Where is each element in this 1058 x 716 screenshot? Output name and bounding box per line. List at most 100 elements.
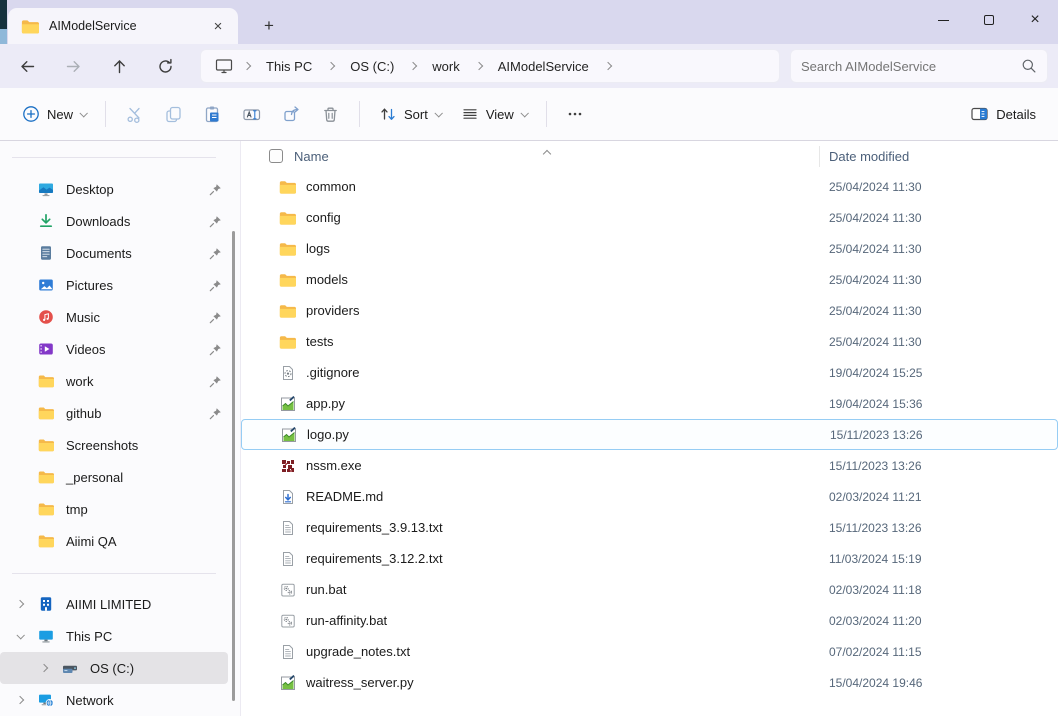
breadcrumb-chevron-icon[interactable]: [321, 53, 341, 79]
sidebar-item[interactable]: Music: [0, 301, 240, 333]
cut-button[interactable]: [115, 96, 154, 132]
folder-icon: [279, 242, 296, 256]
file-row[interactable]: .gitignore 19/04/2024 15:25: [241, 357, 1058, 388]
close-button[interactable]: ×: [1012, 0, 1058, 40]
tab-close-icon[interactable]: ×: [206, 14, 230, 38]
file-row[interactable]: upgrade_notes.txt 07/02/2024 11:15: [241, 636, 1058, 667]
file-row[interactable]: config 25/04/2024 11:30: [241, 202, 1058, 233]
column-header-name[interactable]: Name: [294, 149, 329, 164]
file-date-modified: 15/11/2023 13:26: [830, 428, 923, 442]
sort-button[interactable]: Sort: [369, 96, 451, 132]
details-button[interactable]: Details: [960, 96, 1046, 132]
folder-icon: [38, 438, 54, 452]
pin-icon: [209, 311, 222, 324]
tree-chevron-icon[interactable]: [14, 697, 26, 703]
breadcrumb-chevron-icon[interactable]: [403, 53, 423, 79]
background-window-edge-2: [0, 29, 7, 44]
file-date-modified: 25/04/2024 11:30: [829, 304, 922, 318]
file-row[interactable]: common 25/04/2024 11:30: [241, 171, 1058, 202]
file-name: providers: [306, 303, 359, 318]
breadcrumb-chevron-icon[interactable]: [598, 53, 618, 79]
sidebar-pinned-list: Desktop Downloads: [0, 173, 240, 557]
file-icon: [279, 612, 296, 629]
file-row[interactable]: app.py 19/04/2024 15:36: [241, 388, 1058, 419]
explorer-tab[interactable]: AIModelService ×: [8, 8, 238, 44]
tree-chevron-icon[interactable]: [14, 633, 26, 639]
up-button[interactable]: [102, 49, 136, 83]
breadcrumb-item[interactable]: This PC: [257, 53, 321, 79]
back-button[interactable]: [10, 49, 44, 83]
refresh-button[interactable]: [148, 49, 182, 83]
breadcrumb-item[interactable]: OS (C:): [341, 53, 403, 79]
file-row[interactable]: logs 25/04/2024 11:30: [241, 233, 1058, 264]
sidebar-tree-item[interactable]: OS (C:): [0, 652, 228, 684]
breadcrumb-item[interactable]: work: [423, 53, 468, 79]
share-button[interactable]: [272, 96, 311, 132]
file-row[interactable]: run-affinity.bat 02/03/2024 11:20: [241, 605, 1058, 636]
sidebar-item-icon: [38, 374, 54, 388]
nav-buttons: [10, 49, 182, 83]
delete-button[interactable]: [311, 96, 350, 132]
sidebar-item-icon: [38, 181, 54, 197]
sidebar-tree-item[interactable]: Network: [0, 684, 228, 716]
file-row[interactable]: README.md 02/03/2024 11:21: [241, 481, 1058, 512]
rename-button[interactable]: [232, 96, 272, 132]
folder-icon: [38, 534, 54, 548]
chevron-down-icon: [520, 109, 528, 117]
breadcrumb-item[interactable]: AIModelService: [489, 53, 598, 79]
file-row[interactable]: logo.py 15/11/2023 13:26: [241, 419, 1058, 450]
sidebar-item[interactable]: work: [0, 365, 240, 397]
tree-chevron-icon[interactable]: [38, 665, 50, 671]
sidebar-item-label: Downloads: [66, 214, 130, 229]
copy-button[interactable]: [154, 96, 193, 132]
file-row[interactable]: run.bat 02/03/2024 11:18: [241, 574, 1058, 605]
search-icon[interactable]: [1021, 58, 1037, 74]
column-header-date-modified[interactable]: Date modified: [829, 149, 909, 164]
select-all-checkbox[interactable]: [269, 149, 283, 163]
file-row[interactable]: models 25/04/2024 11:30: [241, 264, 1058, 295]
sort-icon: [379, 105, 397, 123]
new-tab-button[interactable]: +: [254, 11, 284, 41]
sidebar-item[interactable]: Screenshots: [0, 429, 240, 461]
chevron-down-icon: [434, 109, 442, 117]
forward-button[interactable]: [56, 49, 90, 83]
sidebar-item[interactable]: Aiimi QA: [0, 525, 240, 557]
file-date-modified: 25/04/2024 11:30: [829, 211, 922, 225]
breadcrumb-items: This PC OS (C:) work AIModelService: [257, 53, 618, 79]
search-input[interactable]: [801, 59, 1021, 74]
maximize-button[interactable]: [966, 0, 1012, 40]
new-button[interactable]: New: [12, 96, 96, 132]
file-row[interactable]: providers 25/04/2024 11:30: [241, 295, 1058, 326]
file-icon: [279, 488, 296, 505]
sidebar-item[interactable]: Documents: [0, 237, 240, 269]
file-name: .gitignore: [306, 365, 359, 380]
sidebar-item[interactable]: Videos: [0, 333, 240, 365]
paste-button[interactable]: [193, 96, 232, 132]
pin-icon: [209, 183, 222, 196]
breadcrumb-chevron-icon[interactable]: [237, 53, 257, 79]
sidebar-item[interactable]: github: [0, 397, 240, 429]
file-row[interactable]: tests 25/04/2024 11:30: [241, 326, 1058, 357]
sidebar-divider: [12, 573, 216, 574]
file-date-modified: 15/04/2024 19:46: [829, 676, 922, 690]
minimize-button[interactable]: [920, 0, 966, 40]
sidebar-tree-item[interactable]: This PC: [0, 620, 228, 652]
sidebar-item[interactable]: Downloads: [0, 205, 240, 237]
more-options-button[interactable]: [556, 96, 594, 132]
file-row[interactable]: nssm.exe 15/11/2023 13:26: [241, 450, 1058, 481]
sidebar-item[interactable]: Desktop: [0, 173, 240, 205]
sidebar-item-label: AIIMI LIMITED: [66, 597, 151, 612]
sidebar-item[interactable]: Pictures: [0, 269, 240, 301]
sort-ascending-icon: [544, 145, 550, 160]
sidebar-item[interactable]: tmp: [0, 493, 240, 525]
column-divider[interactable]: [819, 146, 820, 167]
file-row[interactable]: requirements_3.9.13.txt 15/11/2023 13:26: [241, 512, 1058, 543]
file-row[interactable]: requirements_3.12.2.txt 11/03/2024 15:19: [241, 543, 1058, 574]
tree-chevron-icon[interactable]: [14, 601, 26, 607]
sidebar-scrollbar[interactable]: [232, 231, 235, 701]
breadcrumb-chevron-icon[interactable]: [469, 53, 489, 79]
sidebar-item[interactable]: _personal: [0, 461, 240, 493]
sidebar-tree-item[interactable]: AIIMI LIMITED: [0, 588, 228, 620]
view-button[interactable]: View: [451, 96, 537, 132]
file-row[interactable]: waitress_server.py 15/04/2024 19:46: [241, 667, 1058, 698]
